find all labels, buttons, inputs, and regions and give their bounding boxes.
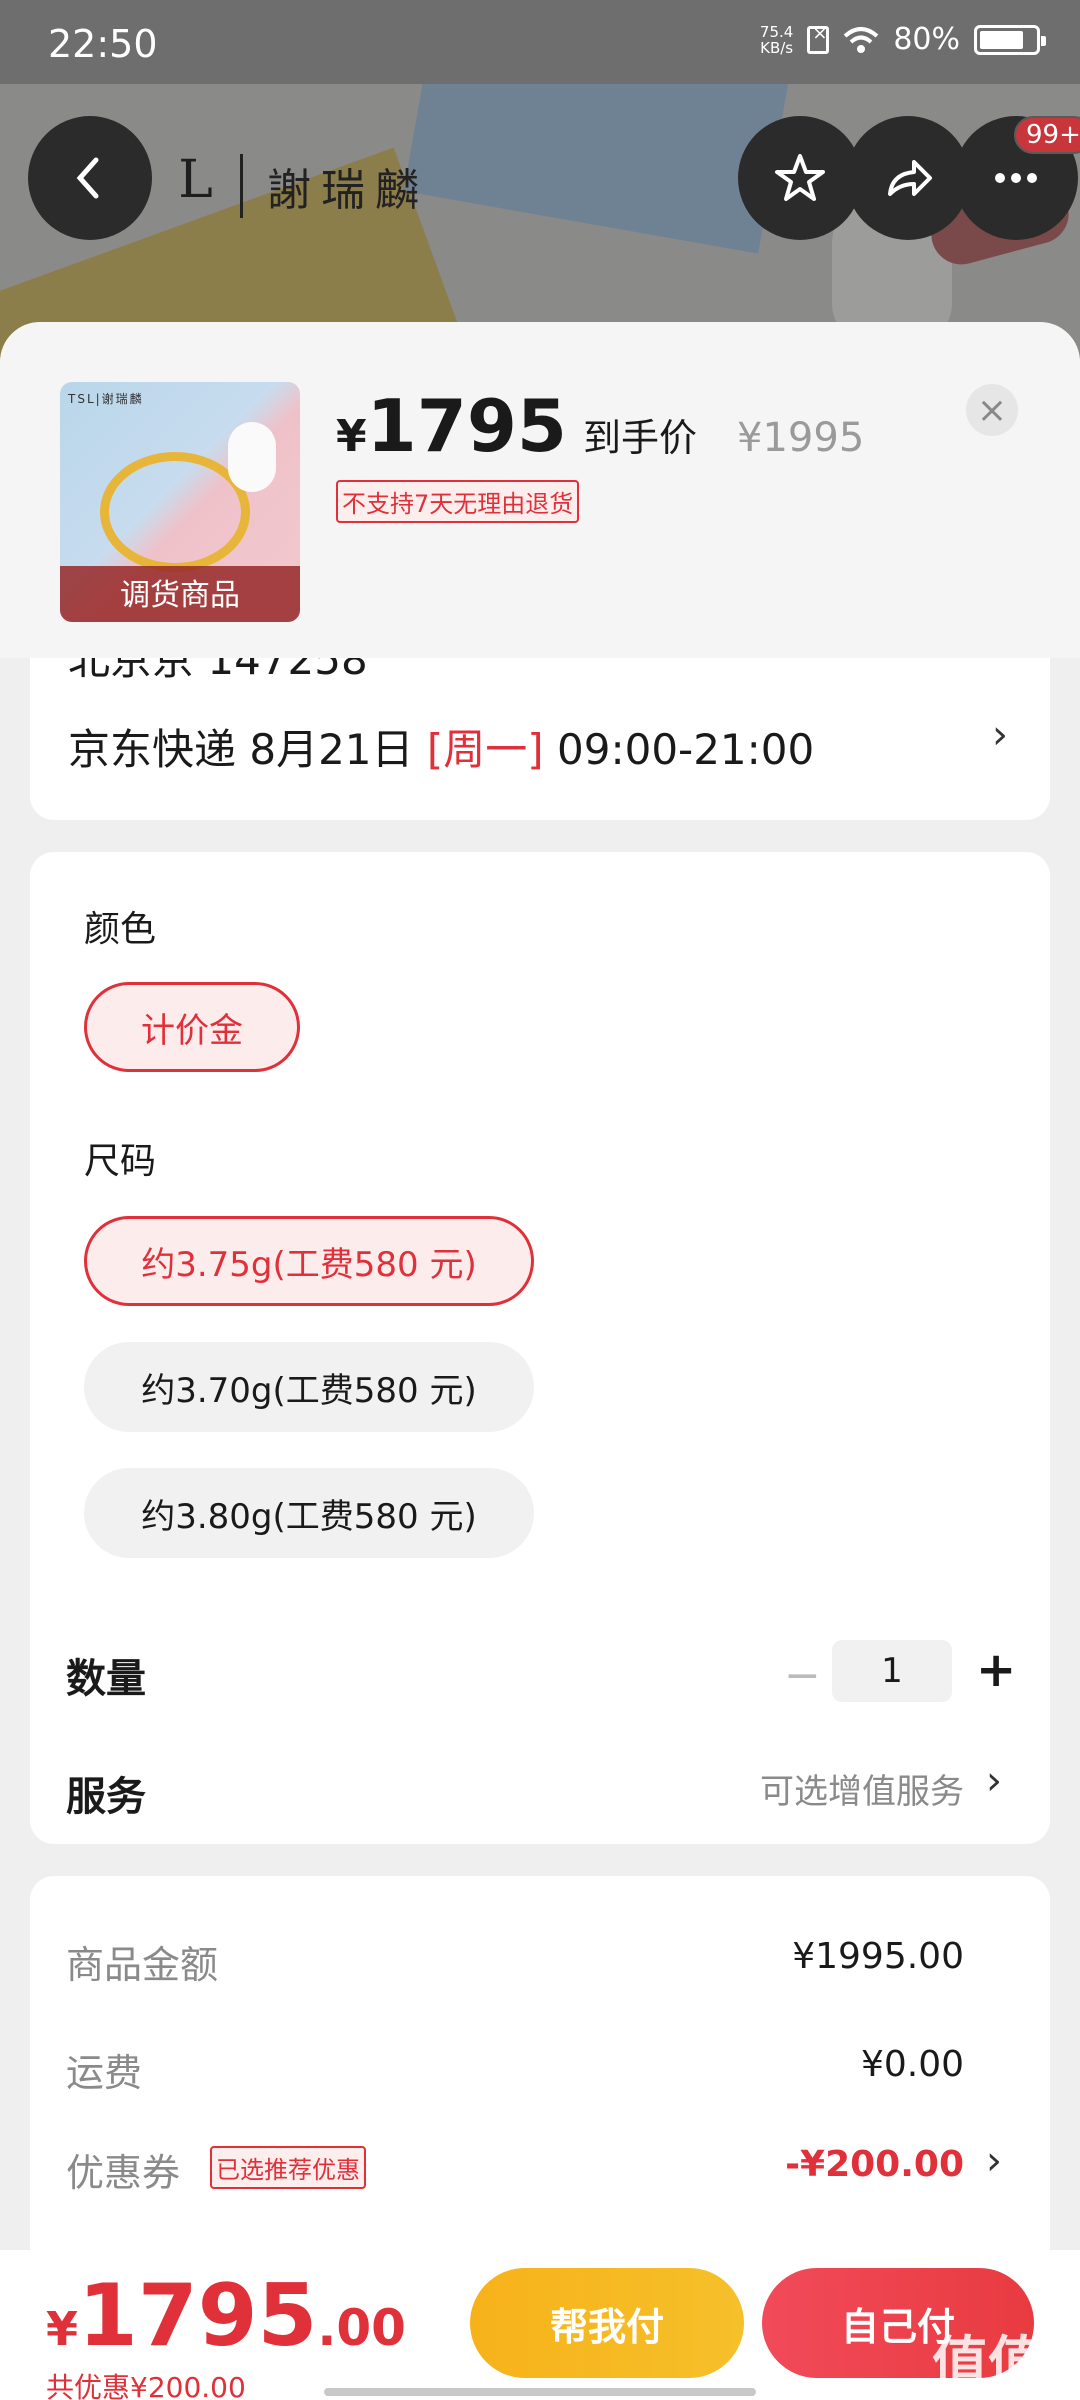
total-price: ¥ 1795 .00 <box>46 2266 406 2366</box>
sim-off-icon <box>807 23 830 54</box>
share-icon <box>888 160 932 196</box>
coupon-value[interactable]: -¥200.00 <box>785 2144 964 2185</box>
watermark-url: zhizhizhi.com <box>950 2378 1059 2397</box>
shipping-line: 京东快递 8月21日 [周一] 09:00-21:00 <box>68 716 814 777</box>
size-option-3-70g[interactable]: 约3.70g(工费580 元) <box>84 1342 534 1432</box>
size-option-3-75g[interactable]: 约3.75g(工费580 元) <box>84 1216 534 1306</box>
back-button[interactable] <box>28 116 152 240</box>
goods-amount-label: 商品金额 <box>66 1943 219 1987</box>
quantity-decrease-button[interactable]: − <box>784 1650 821 1701</box>
battery-level <box>980 30 1024 49</box>
total-integer: 1795 <box>78 2266 318 2366</box>
price-block: ¥ 1795 到手价 ¥1995 <box>336 384 864 468</box>
goods-amount-value: ¥1995.00 <box>792 1936 964 1977</box>
spec-card: 颜色 计价金 尺码 约3.75g(工费580 元) 约3.70g(工费580 元… <box>30 852 1050 1844</box>
thumb-label: 调货商品 <box>120 578 240 613</box>
chevron-right-icon: › <box>986 2138 1002 2184</box>
more-icon <box>995 173 1037 183</box>
help-me-pay-button[interactable]: 帮我付 <box>470 2268 744 2378</box>
net-speed: 75.4 KB/s <box>760 24 793 56</box>
shipping-fee-label: 运费 <box>66 2051 143 2095</box>
service-option-link[interactable]: 可选增值服务 <box>760 1764 964 1813</box>
original-price: ¥1995 <box>737 415 865 461</box>
total-saving: 共优惠¥200.00 <box>46 2371 246 2400</box>
color-option-jijiajin[interactable]: 计价金 <box>84 982 300 1072</box>
quantity-label: 数量 <box>66 1656 146 1702</box>
shipping-method: 京东快递 8月21日 <box>68 725 427 774</box>
shipping-time: 09:00-21:00 <box>543 725 815 774</box>
size-option-3-80g[interactable]: 约3.80g(工费580 元) <box>84 1468 534 1558</box>
favorite-button[interactable] <box>738 116 862 240</box>
coupon-tag: 已选推荐优惠 <box>210 2146 366 2189</box>
star-icon <box>775 154 825 201</box>
battery-percent: 80% <box>893 22 960 57</box>
final-price-tag: 到手价 <box>583 416 698 460</box>
battery-icon <box>974 24 1046 55</box>
net-speed-unit: KB/s <box>760 38 794 57</box>
coupon-label: 优惠券 <box>66 2151 181 2195</box>
wifi-icon <box>843 26 879 53</box>
status-time: 22:50 <box>48 22 158 66</box>
close-button[interactable]: × <box>966 384 1018 436</box>
color-label: 颜色 <box>84 909 157 950</box>
total-currency: ¥ <box>46 2302 79 2356</box>
price-currency: ¥ <box>336 411 367 462</box>
purchase-sheet: 北京京 147258 › 京东快递 8月21日 [周一] 09:00-21:00… <box>0 322 1080 2400</box>
quantity-input[interactable]: 1 <box>832 1640 952 1702</box>
chevron-right-icon: › <box>986 1758 1002 1804</box>
status-icons: 75.4 KB/s 80% <box>760 22 1046 57</box>
message-badge: 99+ <box>1014 116 1080 154</box>
share-button[interactable] <box>846 116 970 240</box>
chevron-left-icon <box>76 157 99 199</box>
close-icon: × <box>976 389 1008 431</box>
home-indicator[interactable] <box>324 2388 756 2396</box>
chevron-right-icon: › <box>992 712 1008 758</box>
shipping-fee-value: ¥0.00 <box>860 2044 964 2085</box>
return-policy-tag: 不支持7天无理由退货 <box>336 480 580 523</box>
brand-logo-cn: 謝瑞麟 <box>240 154 429 218</box>
sheet-header: TSL|谢瑞麟 调货商品 ¥ 1795 到手价 ¥1995 不支持7天无理由退货… <box>0 322 1080 658</box>
rabbit-figure <box>228 422 276 492</box>
service-label: 服务 <box>66 1774 146 1820</box>
bottom-action-bar: ¥ 1795 .00 共优惠¥200.00 帮我付 自己付 <box>0 2250 1080 2400</box>
net-speed-value: 75.4 <box>759 22 794 41</box>
size-label: 尺码 <box>84 1141 157 1182</box>
quantity-increase-button[interactable]: + <box>976 1642 1016 1698</box>
thumb-logo: TSL|谢瑞麟 <box>68 392 144 406</box>
total-decimal: .00 <box>317 2299 406 2357</box>
product-thumbnail[interactable]: TSL|谢瑞麟 调货商品 <box>60 382 300 622</box>
status-bar: 22:50 75.4 KB/s 80% <box>0 0 1080 84</box>
shipping-day: [周一] <box>426 725 544 774</box>
final-price: 1795 <box>366 384 568 468</box>
